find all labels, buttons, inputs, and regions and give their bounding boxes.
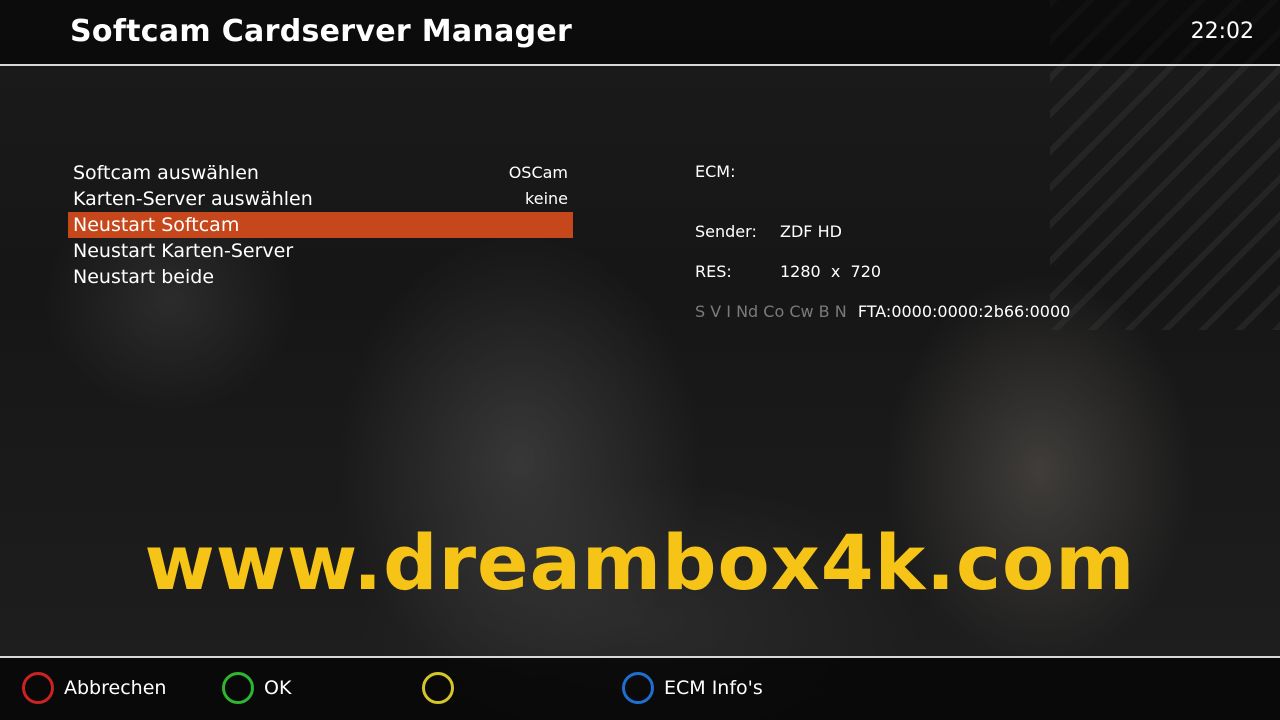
menu-item-cardserver-select[interactable]: Karten-Server auswählen keine <box>68 186 573 212</box>
caid-labels: S V I Nd Co Cw B N <box>695 302 847 321</box>
key-label: OK <box>264 677 292 699</box>
ecm-label: ECM: <box>695 162 736 181</box>
menu-item-restart-cardserver[interactable]: Neustart Karten-Server <box>68 238 573 264</box>
footer-bar: Abbrechen OK ECM Info's <box>0 658 1280 720</box>
yellow-button-icon <box>422 672 454 704</box>
caid-info: S V I Nd Co Cw B N FTA:0000:0000:2b66:00… <box>695 302 1070 321</box>
menu-item-label: Neustart Karten-Server <box>73 240 294 262</box>
settings-menu: Softcam auswählen OSCam Karten-Server au… <box>68 160 573 290</box>
res-value: 1280 x 720 <box>780 262 882 281</box>
green-button-icon <box>222 672 254 704</box>
menu-item-label: Karten-Server auswählen <box>73 188 313 210</box>
menu-item-label: Softcam auswählen <box>73 162 259 184</box>
header-divider <box>0 64 1280 66</box>
menu-item-value: keine <box>525 189 568 208</box>
sender-info: Sender: ZDF HD <box>695 222 842 241</box>
red-button-icon <box>22 672 54 704</box>
clock: 22:02 <box>1190 19 1254 44</box>
menu-item-restart-softcam[interactable]: Neustart Softcam <box>68 212 573 238</box>
key-label: Abbrechen <box>64 677 167 699</box>
caid-value: FTA:0000:0000:2b66:0000 <box>857 302 1071 321</box>
header-bar: Softcam Cardserver Manager 22:02 <box>0 0 1280 64</box>
menu-item-softcam-select[interactable]: Softcam auswählen OSCam <box>68 160 573 186</box>
menu-item-label: Neustart beide <box>73 266 215 288</box>
menu-item-restart-both[interactable]: Neustart beide <box>68 264 573 290</box>
ecm-info: ECM: <box>695 162 735 181</box>
sender-label: Sender: <box>695 222 757 241</box>
sender-value: ZDF HD <box>780 222 842 241</box>
resolution-info: RES: 1280 x 720 <box>695 262 881 281</box>
blue-button-icon <box>622 672 654 704</box>
key-label: ECM Info's <box>664 677 763 699</box>
res-label: RES: <box>695 262 732 281</box>
page-title: Softcam Cardserver Manager <box>70 14 573 49</box>
menu-item-label: Neustart Softcam <box>73 214 240 236</box>
menu-item-value: OSCam <box>508 163 568 182</box>
watermark-text: www.dreambox4k.com <box>144 518 1136 607</box>
